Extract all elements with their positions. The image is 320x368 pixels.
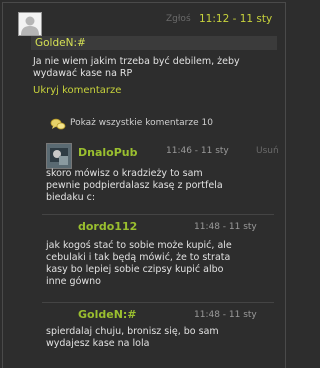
reply-author[interactable]: dordo112	[78, 220, 137, 233]
reply-author[interactable]: GoldeN:#	[78, 308, 137, 321]
report-link[interactable]: Zgłoś	[166, 14, 191, 24]
reply-divider	[42, 302, 274, 303]
reply-text: skoro mówisz o kradzieży to sam pewnie p…	[46, 168, 223, 203]
reply-divider	[42, 214, 274, 215]
reply-text: jak kogoś stać to sobie może kupić, ale …	[46, 240, 232, 287]
reply-text: spierdalaj chuju, bronisz się, bo sam wy…	[46, 326, 219, 349]
reply-time: 11:48 - 11 sty	[194, 310, 257, 320]
show-all-label[interactable]: Pokaż wszystkie komentarze 10	[70, 118, 213, 128]
default-avatar-icon[interactable]	[18, 12, 42, 36]
reply-time: 11:46 - 11 sty	[166, 146, 229, 156]
reply-time: 11:48 - 11 sty	[194, 222, 257, 232]
reply-item: GoldeN:# 11:48 - 11 sty spierdalaj chuju…	[42, 306, 274, 356]
delete-link[interactable]: Usuń	[256, 146, 279, 156]
comment-author[interactable]: GoldeN:#	[31, 36, 277, 50]
user-avatar-icon[interactable]	[46, 143, 72, 169]
hide-comments-link[interactable]: Ukryj komentarze	[33, 85, 121, 96]
comment-time: 11:12 - 11 sty	[199, 13, 273, 25]
reply-item: DnaloPub 11:46 - 11 sty Usuń skoro mówis…	[42, 142, 279, 203]
reply-author[interactable]: DnaloPub	[78, 146, 137, 159]
reply-item: dordo112 11:48 - 11 sty jak kogoś stać t…	[42, 218, 274, 298]
comments-icon	[50, 117, 66, 131]
comment-text: Ja nie wiem jakim trzeba być debilem, że…	[33, 56, 240, 79]
